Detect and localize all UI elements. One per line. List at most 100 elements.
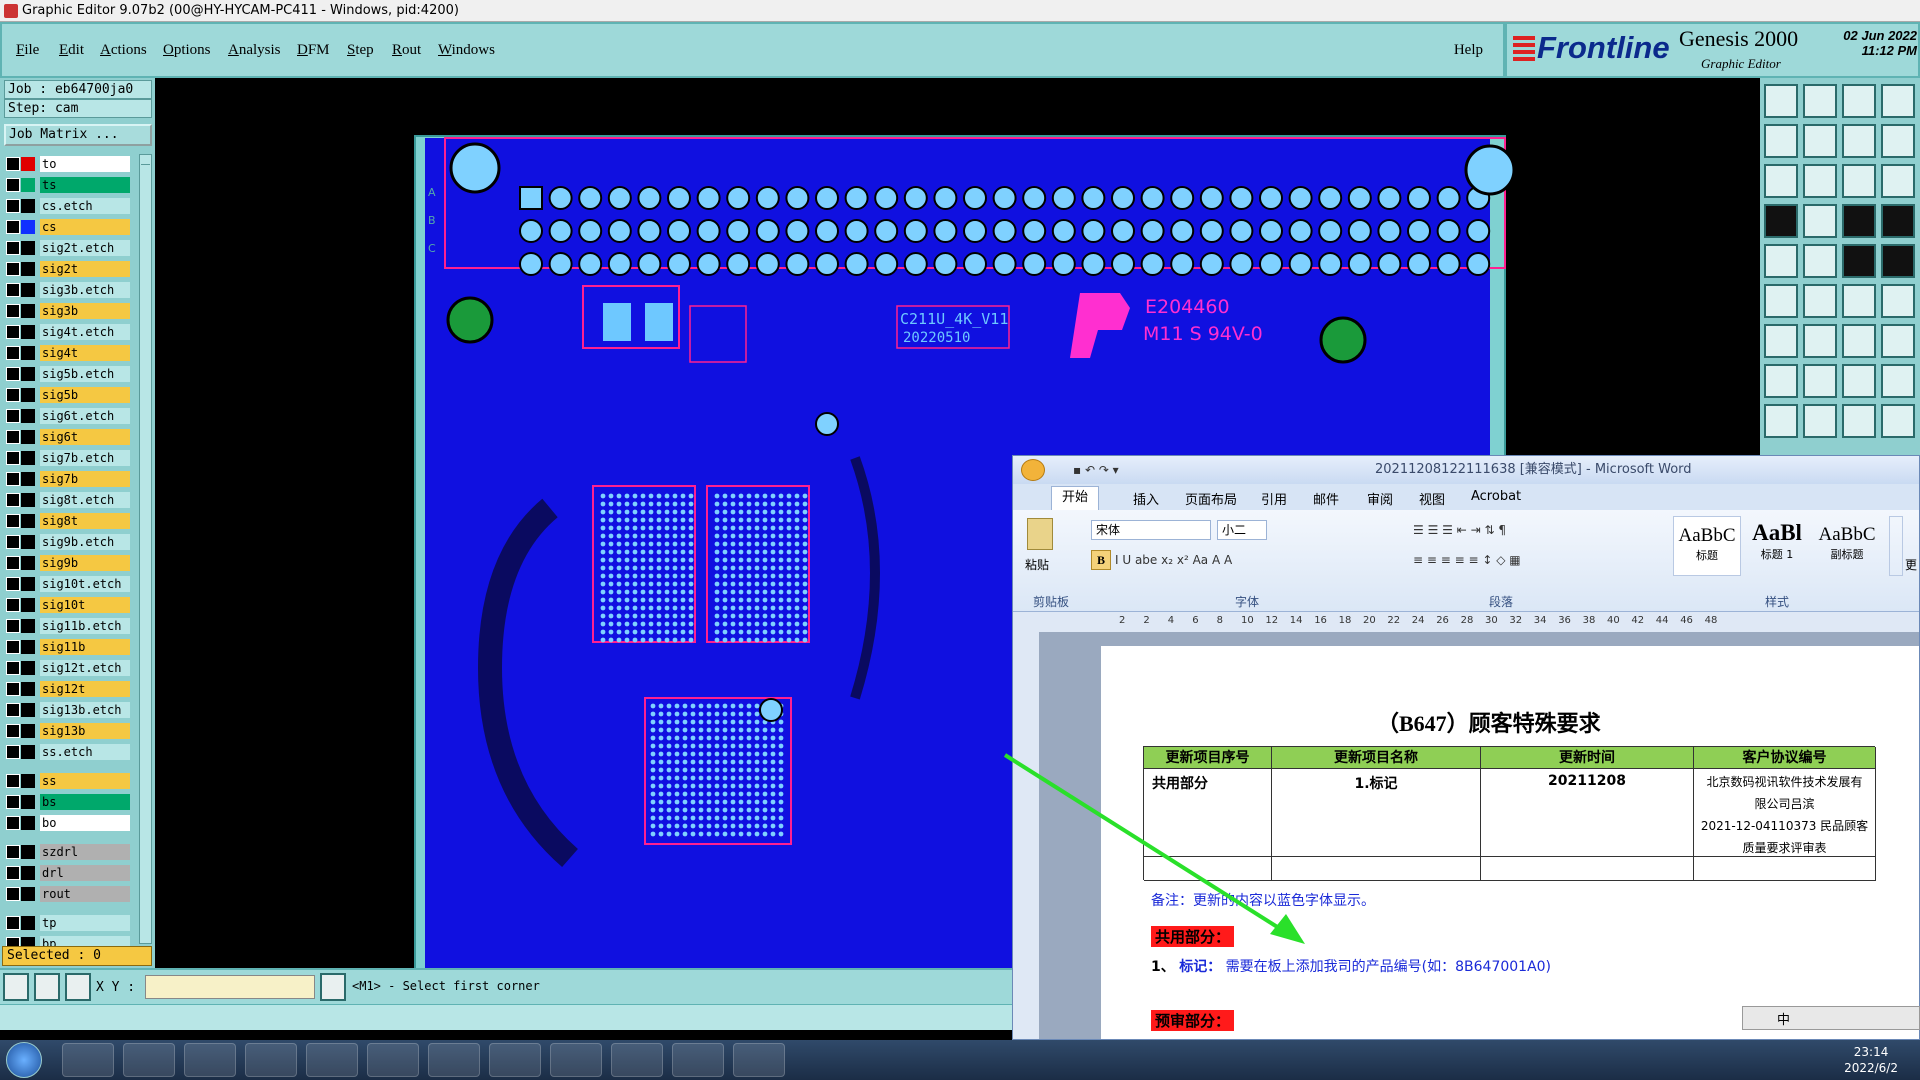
xy-input[interactable] bbox=[145, 975, 315, 999]
layer-color-swatch[interactable] bbox=[21, 937, 35, 946]
layer-name[interactable]: to bbox=[40, 156, 130, 172]
split-tool-icon[interactable] bbox=[1881, 84, 1915, 118]
style-heading1[interactable]: AaBl 标题 1 bbox=[1743, 516, 1811, 576]
layer-checkbox[interactable] bbox=[6, 661, 20, 675]
layer-name[interactable]: szdrl bbox=[40, 844, 130, 860]
file-app-icon[interactable] bbox=[550, 1043, 602, 1077]
layer-row[interactable]: sig2t.etch bbox=[6, 240, 136, 256]
tab-page-layout[interactable]: 页面布局 bbox=[1185, 489, 1237, 508]
layer-name[interactable]: sig4t.etch bbox=[40, 324, 130, 340]
frontline-app-icon[interactable] bbox=[367, 1043, 419, 1077]
layer-checkbox[interactable] bbox=[6, 598, 20, 612]
layer-name[interactable]: bs bbox=[40, 794, 130, 810]
minus-tool-icon[interactable] bbox=[1803, 364, 1837, 398]
quick-access-toolbar[interactable]: ▪ ↶ ↷ ▾ bbox=[1073, 456, 1119, 484]
layer-name[interactable]: ss.etch bbox=[40, 744, 130, 760]
layer-color-swatch[interactable] bbox=[21, 887, 35, 901]
layer-color-swatch[interactable] bbox=[21, 388, 35, 402]
system-clock[interactable]: 23:14 2022/6/2 bbox=[1844, 1044, 1898, 1076]
snap-tool-button[interactable] bbox=[3, 973, 29, 1001]
scroll-up-arrow-icon[interactable] bbox=[141, 155, 150, 165]
layer-name[interactable]: sig4t bbox=[40, 345, 130, 361]
cross-tool-icon[interactable] bbox=[1803, 284, 1837, 318]
copy-tool-icon[interactable] bbox=[1881, 364, 1915, 398]
layer-color-swatch[interactable] bbox=[21, 325, 35, 339]
layer-checkbox[interactable] bbox=[6, 472, 20, 486]
layer-color-swatch[interactable] bbox=[21, 157, 35, 171]
align-left-tool-icon[interactable] bbox=[1764, 124, 1798, 158]
styles-more[interactable]: 更 bbox=[1905, 556, 1917, 573]
line-tool-icon[interactable] bbox=[1764, 324, 1798, 358]
home-tool-icon[interactable] bbox=[1842, 84, 1876, 118]
layer-row[interactable]: drl bbox=[6, 865, 136, 881]
layer-name[interactable]: sig9b.etch bbox=[40, 534, 130, 550]
layer-color-swatch[interactable] bbox=[21, 493, 35, 507]
tab-references[interactable]: 引用 bbox=[1261, 489, 1287, 508]
layer-name[interactable]: sig12t bbox=[40, 681, 130, 697]
layer-row[interactable]: sig13b.etch bbox=[6, 702, 136, 718]
menu-dfm[interactable]: DFM bbox=[297, 42, 330, 59]
layer-row[interactable]: sig3b bbox=[6, 303, 136, 319]
menu-actions[interactable]: Actions bbox=[100, 42, 147, 59]
layer-name[interactable]: sig5b bbox=[40, 387, 130, 403]
text-b-tool-icon[interactable] bbox=[1803, 404, 1837, 438]
tab-mailings[interactable]: 邮件 bbox=[1313, 489, 1339, 508]
layer-color-swatch[interactable] bbox=[21, 514, 35, 528]
layer-color-swatch[interactable] bbox=[21, 178, 35, 192]
layer-checkbox[interactable] bbox=[6, 367, 20, 381]
layer-row[interactable]: tp bbox=[6, 915, 136, 931]
layer-row[interactable]: sig9b bbox=[6, 555, 136, 571]
layer-checkbox[interactable] bbox=[6, 346, 20, 360]
layer-color-swatch[interactable] bbox=[21, 283, 35, 297]
align-buttons[interactable]: ≡ ≡ ≡ ≡ ≡ ↕ ◇ ▦ bbox=[1413, 550, 1613, 570]
layer-checkbox[interactable] bbox=[6, 866, 20, 880]
save-app-icon[interactable] bbox=[184, 1043, 236, 1077]
genesis-app-icon[interactable] bbox=[245, 1043, 297, 1077]
center-tool-icon[interactable] bbox=[1803, 164, 1837, 198]
layer-color-swatch[interactable] bbox=[21, 845, 35, 859]
layer-name[interactable]: sig13b bbox=[40, 723, 130, 739]
layer-row[interactable]: sig6t.etch bbox=[6, 408, 136, 424]
layer-row[interactable]: rout bbox=[6, 886, 136, 902]
layer-checkbox[interactable] bbox=[6, 451, 20, 465]
menu-analysis[interactable]: Analysis bbox=[228, 42, 281, 59]
ime-mode[interactable]: 中 bbox=[1777, 1009, 1790, 1028]
tab-insert[interactable]: 插入 bbox=[1133, 489, 1159, 508]
layer-checkbox[interactable] bbox=[6, 816, 20, 830]
layer-name[interactable]: sig8t.etch bbox=[40, 492, 130, 508]
arc-tool-icon[interactable] bbox=[1842, 324, 1876, 358]
grid-tool-icon[interactable] bbox=[1803, 204, 1837, 238]
font-format-buttons[interactable]: I U abe x₂ x² Aa A A bbox=[1115, 550, 1365, 570]
layer-color-swatch[interactable] bbox=[21, 199, 35, 213]
layer-row[interactable]: sig7b bbox=[6, 471, 136, 487]
layer-checkbox[interactable] bbox=[6, 388, 20, 402]
layer-checkbox[interactable] bbox=[6, 514, 20, 528]
layer-checkbox[interactable] bbox=[6, 199, 20, 213]
layer-row[interactable]: sig11b bbox=[6, 639, 136, 655]
layer-name[interactable]: tp bbox=[40, 915, 130, 931]
rotate-tool-icon[interactable] bbox=[1881, 124, 1915, 158]
layer-row[interactable]: to bbox=[6, 156, 136, 172]
font-size-select[interactable]: 小二 bbox=[1217, 520, 1267, 540]
layer-row[interactable]: sig5b.etch bbox=[6, 366, 136, 382]
layer-name[interactable]: cs bbox=[40, 219, 130, 235]
style-title[interactable]: AaBbC 标题 bbox=[1673, 516, 1741, 576]
layer-name[interactable]: drl bbox=[40, 865, 130, 881]
layer-name[interactable]: sig6t bbox=[40, 429, 130, 445]
layer-color-swatch[interactable] bbox=[21, 409, 35, 423]
layer-color-swatch[interactable] bbox=[21, 262, 35, 276]
menu-file[interactable]: File bbox=[16, 42, 39, 59]
layer-row[interactable]: sig12t.etch bbox=[6, 660, 136, 676]
notepad-app-icon[interactable] bbox=[123, 1043, 175, 1077]
layer-checkbox[interactable] bbox=[6, 577, 20, 591]
paste-label[interactable]: 粘贴 bbox=[1025, 556, 1049, 573]
layer-name[interactable]: sig8t bbox=[40, 513, 130, 529]
layer-color-swatch[interactable] bbox=[21, 346, 35, 360]
excel-app-icon[interactable] bbox=[428, 1043, 480, 1077]
layer-row[interactable]: ss bbox=[6, 773, 136, 789]
layer-name[interactable]: sig11b bbox=[40, 639, 130, 655]
list-buttons[interactable]: ☰ ☰ ☰ ⇤ ⇥ ⇅ ¶ bbox=[1413, 520, 1613, 540]
tab-review[interactable]: 审阅 bbox=[1367, 489, 1393, 508]
menu-step[interactable]: Step bbox=[347, 42, 374, 59]
layer-row[interactable]: sig7b.etch bbox=[6, 450, 136, 466]
